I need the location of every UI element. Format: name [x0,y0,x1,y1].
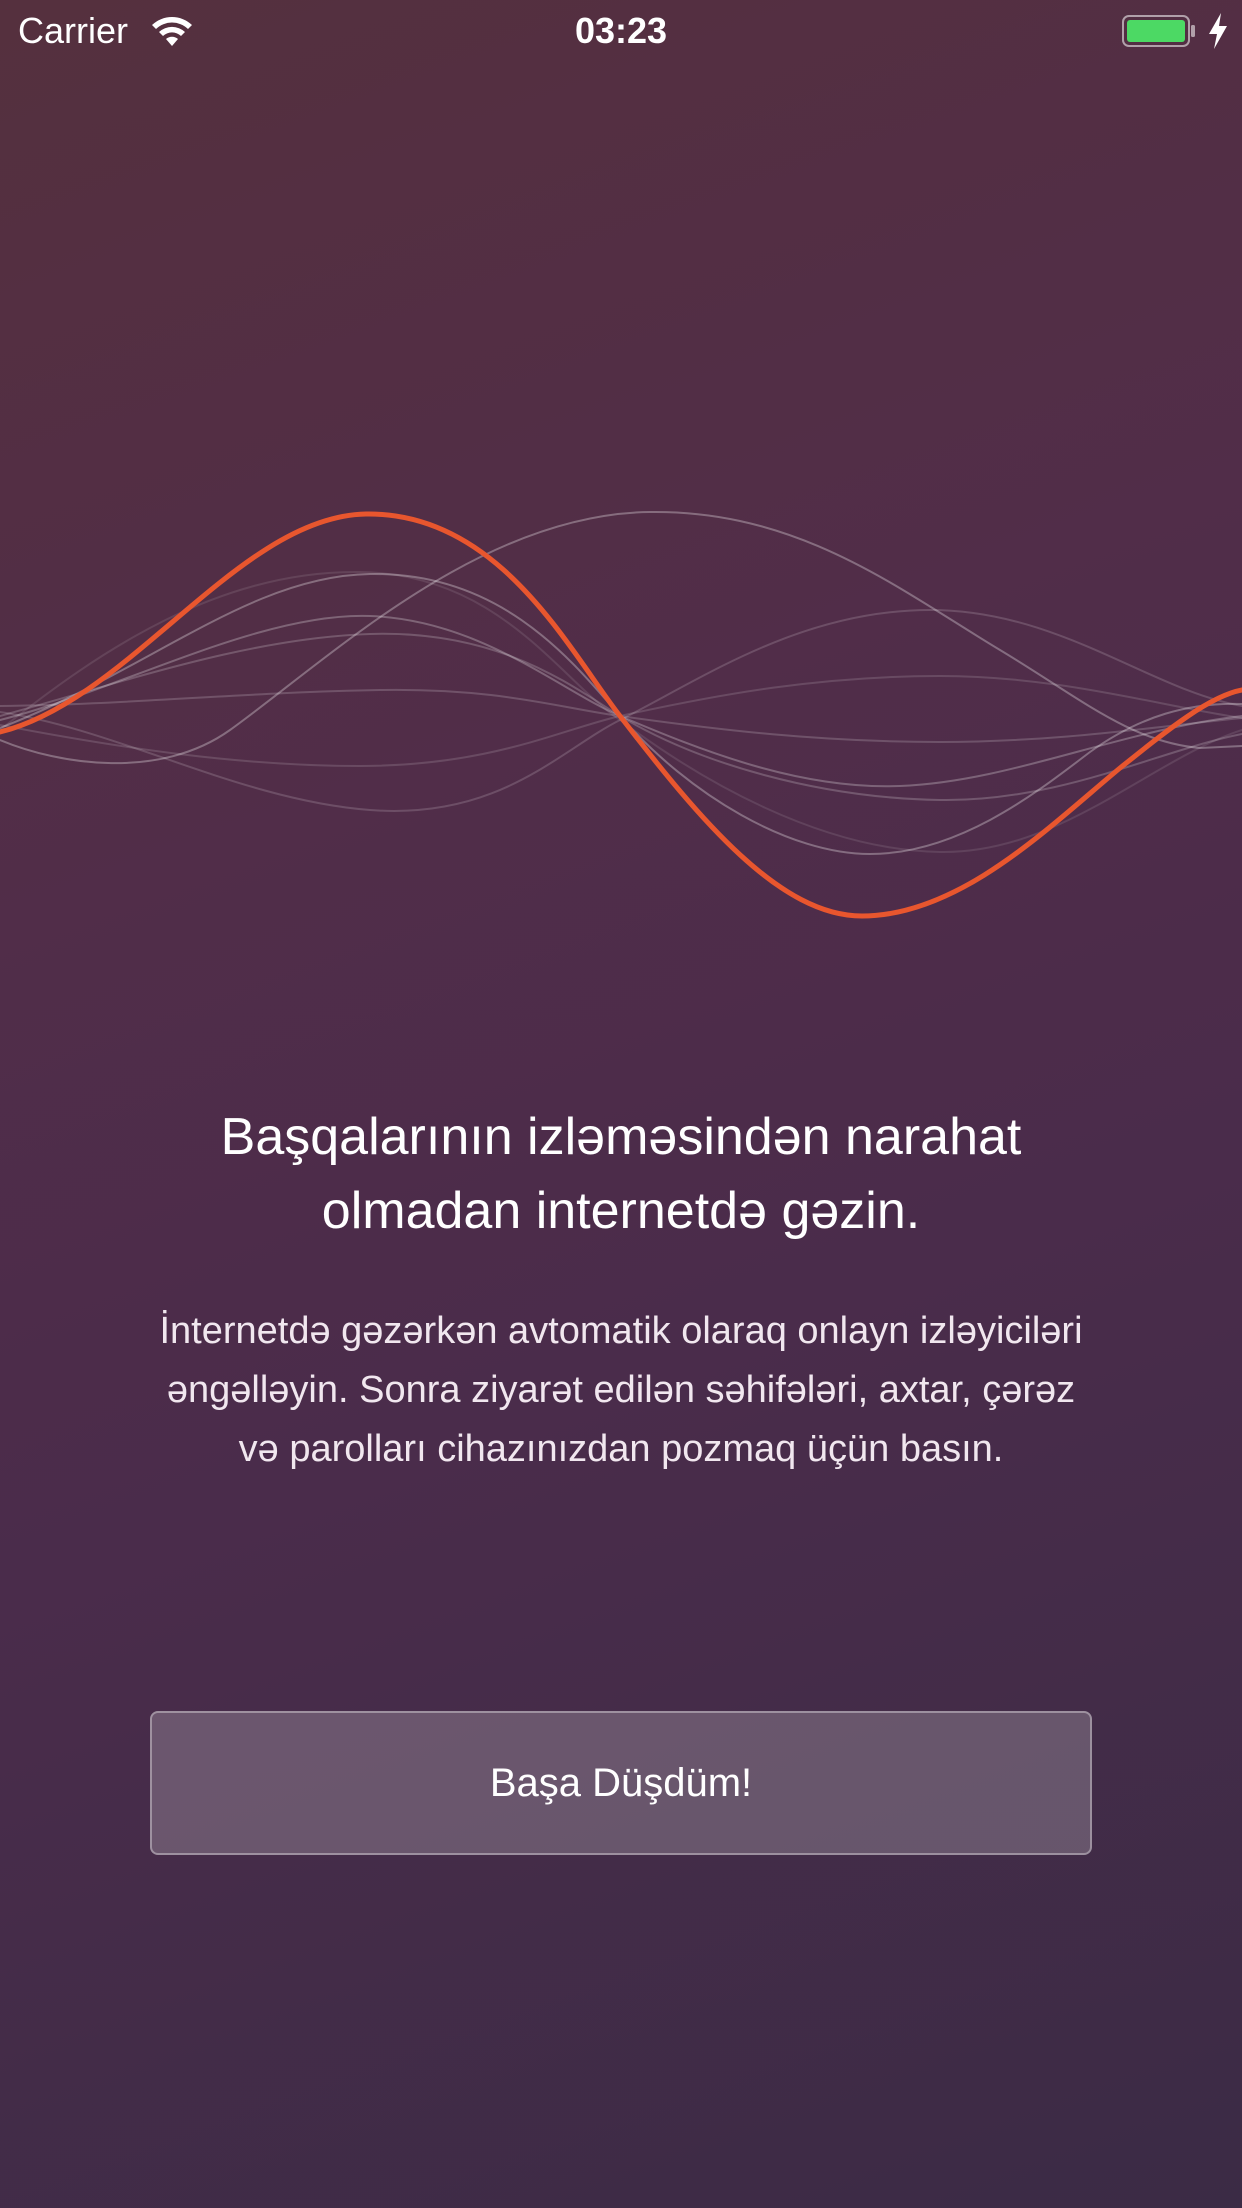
wave-line-medium-3 [0,614,1242,788]
sound-wave-illustration [0,510,1242,919]
onboarding-headline: Başqalarının izləməsindən narahat olmada… [220,1108,1022,1240]
onboarding-description: İnternetdə gəzərkən avtomatik olaraq onl… [159,1310,1083,1470]
status-time: 03:23 [574,10,668,51]
wave-line-faint-1 [0,570,1242,854]
wave-line-medium-1 [0,510,1242,765]
wave-line-faint-2 [0,608,1242,812]
battery-icon [1122,15,1195,47]
got-it-button[interactable]: Başa Düşdüm! [150,1711,1092,1855]
charging-bolt-icon [1209,13,1227,49]
wave-line-accent [0,511,1242,919]
onboarding-screen: Carrier 03:23 Başqalarının izləməsindən … [0,0,1242,2208]
status-bar: Carrier 03:23 [0,0,1242,60]
